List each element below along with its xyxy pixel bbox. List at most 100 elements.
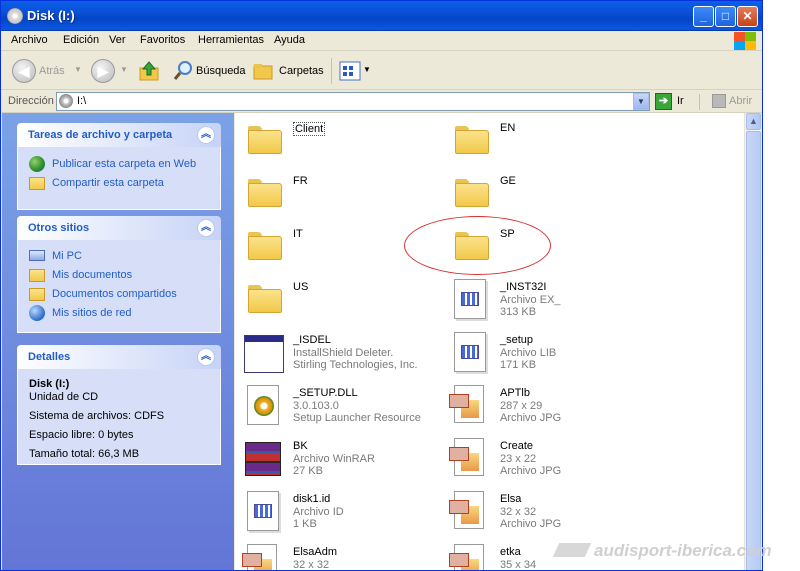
window-title: Disk (I:) (27, 8, 75, 23)
file-tasks-header[interactable]: Tareas de archivo y carpeta ︽ (17, 123, 221, 147)
item-name: APTlb (500, 387, 530, 399)
details-total-size: Tamaño total: 66,3 MB (29, 448, 140, 460)
menu-ayuda[interactable]: Ayuda (274, 34, 305, 46)
watermark-text: audisport-iberica.com (594, 541, 772, 560)
back-dropdown-icon[interactable]: ▼ (74, 65, 82, 74)
list-item[interactable]: BK Archivo WinRAR 27 KB (239, 436, 439, 486)
collapse-chevron-icon[interactable]: ︽ (197, 348, 215, 366)
item-type: Archivo EX_ (500, 294, 561, 306)
list-item[interactable]: APTlb 287 x 29 Archivo JPG (446, 383, 646, 433)
item-name: ElsaAdm (293, 546, 338, 558)
item-dimensions: 35 x 34 (500, 559, 537, 571)
search-icon[interactable] (173, 60, 193, 82)
list-item[interactable]: _setup Archivo LIB 171 KB (446, 330, 646, 380)
maximize-button[interactable]: □ (715, 6, 736, 27)
publish-web-label: Publicar esta carpeta en Web (52, 158, 197, 170)
minimize-button[interactable]: _ (693, 6, 714, 27)
other-places-header[interactable]: Otros sitios ︽ (17, 216, 221, 240)
up-folder-icon[interactable] (138, 60, 160, 82)
views-icon[interactable] (339, 61, 361, 81)
item-type: InstallShield Deleter. (293, 347, 394, 359)
list-item[interactable]: _SETUP.DLL 3.0.103.0 Setup Launcher Reso… (239, 383, 439, 433)
item-dimensions: 287 x 29 (500, 400, 543, 412)
go-button[interactable]: Ir (677, 95, 684, 107)
program-window-icon (239, 330, 287, 378)
scroll-thumb[interactable] (746, 131, 761, 570)
list-item[interactable]: _ISDEL InstallShield Deleter. Stirling T… (239, 330, 439, 380)
item-version: 3.0.103.0 (293, 400, 339, 412)
documents-folder-icon (29, 269, 45, 282)
vertical-scrollbar[interactable]: ▲ (744, 113, 761, 570)
details-title: Detalles (28, 351, 71, 363)
title-bar[interactable]: Disk (I:) _ □ ✕ (1, 1, 762, 31)
list-item[interactable]: ElsaAdm 32 x 32 (239, 542, 439, 570)
address-input[interactable]: I:\ (56, 92, 650, 111)
list-item[interactable]: GE (446, 171, 646, 221)
item-type: Archivo ID (293, 506, 344, 518)
file-tasks-panel: Tareas de archivo y carpeta ︽ Publicar e… (17, 123, 221, 210)
item-dimensions: 32 x 32 (500, 506, 537, 518)
menu-bar: Archivo Edición Ver Favoritos Herramient… (1, 31, 762, 51)
item-name: US (293, 281, 309, 293)
item-name: _SETUP.DLL (293, 387, 358, 399)
item-name: _ISDEL (293, 334, 331, 346)
folders-button[interactable]: Carpetas (279, 65, 324, 77)
library-file-icon (446, 330, 494, 378)
list-item[interactable]: Create 23 x 22 Archivo JPG (446, 436, 646, 486)
item-size: 1 KB (293, 518, 317, 530)
item-type: Archivo WinRAR (293, 453, 375, 465)
search-button[interactable]: Búsqueda (196, 65, 246, 77)
details-header[interactable]: Detalles ︽ (17, 345, 221, 369)
item-name: disk1.id (293, 493, 331, 505)
list-item[interactable]: US (239, 277, 439, 327)
watermark-logo-icon (552, 543, 592, 557)
folder-icon (239, 277, 287, 325)
other-places-title: Otros sitios (28, 222, 90, 234)
other-places-body: Mi PC Mis documentos Documentos comparti… (17, 240, 221, 333)
forward-dropdown-icon[interactable]: ▼ (120, 65, 128, 74)
collapse-chevron-icon[interactable]: ︽ (197, 126, 215, 144)
scroll-up-icon[interactable]: ▲ (746, 113, 761, 130)
links-button[interactable]: Abrir (729, 95, 752, 107)
close-button[interactable]: ✕ (737, 6, 758, 27)
details-panel: Detalles ︽ Disk (I:) Unidad de CD Sistem… (17, 345, 221, 465)
network-icon (29, 305, 45, 321)
address-dropdown-icon[interactable]: ▼ (633, 93, 649, 110)
menu-archivo[interactable]: Archivo (11, 34, 48, 46)
menu-herramientas[interactable]: Herramientas (198, 34, 264, 46)
views-dropdown-icon[interactable]: ▼ (363, 65, 371, 74)
list-item[interactable]: EN (446, 118, 646, 168)
go-arrow-icon[interactable]: ➔ (655, 93, 672, 110)
links-icon[interactable] (712, 94, 726, 108)
share-folder-icon (29, 177, 45, 190)
folder-icon (239, 224, 287, 272)
cd-drive-icon (7, 8, 23, 24)
explorer-window: Disk (I:) _ □ ✕ Archivo Edición Ver Favo… (0, 0, 763, 571)
collapse-chevron-icon[interactable]: ︽ (197, 219, 215, 237)
dll-gear-icon (239, 383, 287, 431)
address-label: Dirección (8, 95, 54, 107)
menu-edicion[interactable]: Edición (63, 34, 99, 46)
item-size: 27 KB (293, 465, 323, 477)
list-item[interactable]: Client (239, 118, 439, 168)
network-places-label: Mis sitios de red (52, 307, 132, 319)
details-filesystem: Sistema de archivos: CDFS (29, 410, 165, 422)
folder-icon (239, 171, 287, 219)
back-button[interactable]: Atrás (39, 65, 65, 77)
address-separator (699, 94, 700, 110)
list-item[interactable]: _INST32I Archivo EX_ 313 KB (446, 277, 646, 327)
list-item[interactable]: FR (239, 171, 439, 221)
list-item[interactable]: disk1.id Archivo ID 1 KB (239, 489, 439, 539)
jpg-image-icon (446, 383, 494, 431)
address-value: I:\ (77, 95, 87, 107)
menu-ver[interactable]: Ver (109, 34, 126, 46)
back-arrow-icon[interactable]: ◀ (12, 59, 36, 83)
file-tasks-body: Publicar esta carpeta en Web Compartir e… (17, 147, 221, 210)
application-file-icon (446, 277, 494, 325)
menu-favoritos[interactable]: Favoritos (140, 34, 185, 46)
watermark: audisport-iberica.com (552, 541, 796, 561)
folders-icon[interactable] (253, 61, 275, 81)
forward-arrow-icon[interactable]: ▶ (91, 59, 115, 83)
jpg-image-icon (239, 542, 287, 570)
list-item[interactable]: Elsa 32 x 32 Archivo JPG (446, 489, 646, 539)
